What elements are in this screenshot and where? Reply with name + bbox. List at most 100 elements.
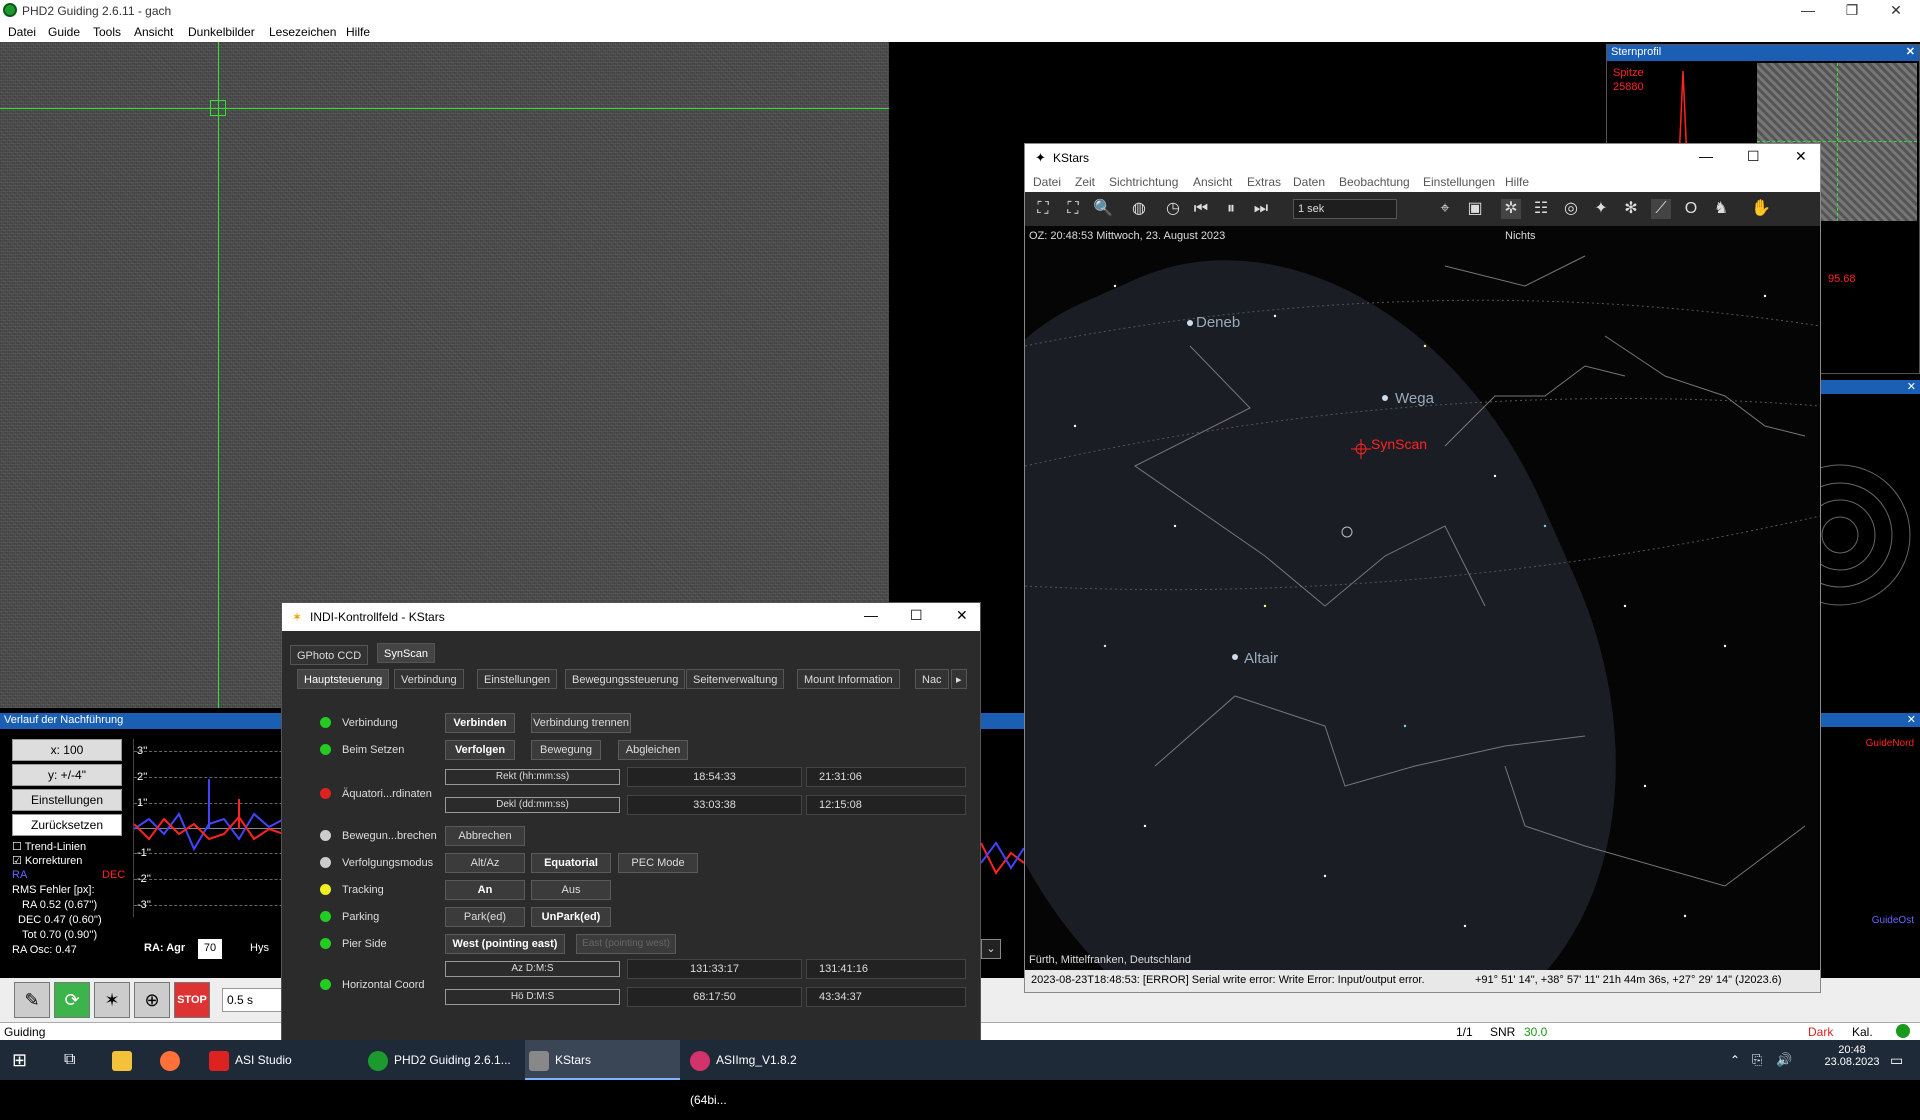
constellation-names-icon[interactable]: O (1681, 199, 1701, 219)
ks-menu-beobachtung[interactable]: Beobachtung (1339, 175, 1410, 189)
menu-lesezeichen[interactable]: Lesezeichen (269, 25, 336, 39)
guide-target-icon[interactable]: ⊕ (134, 982, 170, 1018)
unpark-button[interactable]: UnPark(ed) (531, 907, 611, 927)
zoom-fit-icon[interactable]: ⛶ (1033, 199, 1053, 219)
taskbar-asi-studio[interactable]: ASI Studio (205, 1040, 350, 1080)
hand-icon[interactable]: ✋ (1751, 199, 1771, 219)
chevron-down-icon[interactable]: ⌄ (981, 939, 1001, 959)
track-button[interactable]: Verfolgen (445, 740, 515, 760)
comet-icon[interactable]: ✦ (1591, 199, 1611, 219)
x-scale-select[interactable]: x: 100 (12, 739, 122, 761)
close-icon[interactable]: ✕ (1906, 45, 1915, 58)
file-explorer-icon[interactable] (112, 1040, 138, 1080)
sync-button[interactable]: Abgleichen (618, 740, 688, 760)
label-synscan[interactable]: SynScan (1371, 436, 1427, 452)
trend-lines-checkbox[interactable]: ☐ Trend-Linien (12, 840, 86, 853)
globe-icon[interactable]: ◍ (1129, 199, 1149, 219)
windows-start-icon[interactable]: ⊞ (12, 1040, 27, 1080)
altaz-button[interactable]: Alt/Az (445, 853, 525, 873)
close-button[interactable]: ✕ (1795, 148, 1807, 165)
tab-hauptsteuerung[interactable]: Hauptsteuerung (297, 669, 390, 689)
firefox-icon[interactable] (160, 1040, 186, 1080)
menu-tools[interactable]: Tools (93, 25, 121, 39)
reset-button[interactable]: Zurücksetzen (12, 814, 122, 836)
time-step-spinbox[interactable]: 1 sek (1293, 199, 1397, 219)
stars-toggle-icon[interactable]: ✲ (1501, 199, 1521, 219)
pec-mode-button[interactable]: PEC Mode (618, 853, 698, 873)
park-button[interactable]: Park(ed) (445, 907, 525, 927)
menu-ansicht[interactable]: Ansicht (134, 25, 173, 39)
camera-connect-icon[interactable]: ✎ (14, 982, 50, 1018)
connect-button[interactable]: Verbinden (445, 713, 515, 733)
solar-system-icon[interactable]: ◎ (1561, 199, 1581, 219)
network-icon[interactable]: ⎘ (1752, 1040, 1762, 1080)
history-settings-button[interactable]: Einstellungen (12, 789, 122, 811)
label-wega[interactable]: Wega (1395, 390, 1434, 407)
y-scale-select[interactable]: y: +/-4" (12, 764, 122, 786)
tab-einstellungen[interactable]: Einstellungen (477, 669, 558, 689)
skip-back-icon[interactable]: ⏮ (1191, 199, 1211, 219)
zoom-select-icon[interactable]: ⛶ (1063, 199, 1083, 219)
ra-agr-input[interactable]: 70 (198, 939, 222, 959)
skip-forward-icon[interactable]: ⏭ (1251, 199, 1271, 219)
stop-icon[interactable]: STOP (174, 982, 210, 1018)
corrections-checkbox[interactable]: ☑ Korrekturen (12, 854, 82, 867)
minimize-button[interactable]: — (1699, 148, 1713, 164)
ks-menu-ansicht[interactable]: Ansicht (1193, 175, 1232, 189)
menu-datei[interactable]: Datei (8, 25, 36, 39)
tab-bewegungssteuerung[interactable]: Bewegungssteuerung (565, 669, 686, 689)
taskbar-asiimg[interactable]: ASIImg_V1.8.2 (64bi... (686, 1040, 836, 1107)
clock-icon[interactable]: ◷ (1163, 199, 1183, 219)
close-icon[interactable]: ✕ (1820, 713, 1920, 727)
maximize-button[interactable]: ❐ (1830, 0, 1874, 22)
taskbar-kstars[interactable]: KStars (525, 1040, 680, 1080)
ks-menu-extras[interactable]: Extras (1247, 175, 1281, 189)
maximize-button[interactable]: ☐ (910, 607, 923, 624)
notification-icon[interactable]: ▭ (1890, 1040, 1903, 1080)
label-altair[interactable]: Altair (1244, 650, 1278, 667)
task-view-icon[interactable]: ⧉ (64, 1040, 75, 1080)
sky-map[interactable]: OZ: 20:48:53 Mittwoch, 23. August 2023 N… (1025, 226, 1820, 970)
auto-select-star-icon[interactable]: ✶ (94, 982, 130, 1018)
tab-mount-information[interactable]: Mount Information (797, 669, 900, 689)
az-input[interactable]: 131:41:16 (806, 959, 966, 979)
close-button[interactable]: ✕ (956, 607, 968, 624)
crosshair-icon[interactable]: ⌖ (1435, 199, 1455, 219)
ks-menu-sichtrichtung[interactable]: Sichtrichtung (1109, 175, 1178, 189)
ra-input[interactable]: 21:31:06 (806, 767, 966, 787)
tracking-on-button[interactable]: An (445, 880, 525, 900)
minimize-button[interactable]: — (1786, 0, 1830, 22)
device-tab-synscan[interactable]: SynScan (377, 643, 436, 663)
tab-verbindung[interactable]: Verbindung (394, 669, 464, 689)
dec-input[interactable]: 12:15:08 (806, 795, 966, 815)
tab-seitenverwaltung[interactable]: Seitenverwaltung (686, 669, 785, 689)
equatorial-button[interactable]: Equatorial (531, 853, 611, 873)
menu-guide[interactable]: Guide (48, 25, 80, 39)
close-button[interactable]: ✕ (1874, 0, 1918, 22)
volume-icon[interactable]: 🔊 (1776, 1040, 1792, 1080)
disconnect-button[interactable]: Verbindung trennen (531, 713, 631, 733)
loop-icon[interactable]: ⟳ (54, 982, 90, 1018)
search-icon[interactable]: 🔍 (1093, 199, 1113, 219)
slew-button[interactable]: Bewegung (531, 740, 601, 760)
image-icon[interactable]: ▣ (1465, 199, 1485, 219)
telescope-icon[interactable]: ♞ (1711, 199, 1731, 219)
constellation-lines-icon[interactable]: ⟋ (1651, 199, 1671, 219)
exposure-select[interactable]: 0.5 s (222, 988, 282, 1012)
tray-clock[interactable]: 20:48 23.08.2023 (1820, 1044, 1884, 1068)
pier-west-button[interactable]: West (pointing east) (445, 934, 565, 954)
ks-menu-datei[interactable]: Datei (1033, 175, 1061, 189)
minimize-button[interactable]: — (864, 607, 878, 623)
satellite-icon[interactable]: ✻ (1621, 199, 1641, 219)
label-deneb[interactable]: Deneb (1196, 314, 1240, 331)
ks-menu-zeit[interactable]: Zeit (1075, 175, 1095, 189)
tracking-off-button[interactable]: Aus (531, 880, 611, 900)
maximize-button[interactable]: ☐ (1747, 148, 1760, 165)
deep-sky-icon[interactable]: ☷ (1531, 199, 1551, 219)
pause-icon[interactable]: ⏸ (1221, 199, 1241, 219)
menu-dunkelbilder[interactable]: Dunkelbilder (188, 25, 255, 39)
ks-menu-einstellungen[interactable]: Einstellungen (1423, 175, 1495, 189)
ks-menu-daten[interactable]: Daten (1293, 175, 1325, 189)
ks-menu-hilfe[interactable]: Hilfe (1505, 175, 1529, 189)
close-icon[interactable]: ✕ (1820, 380, 1920, 394)
